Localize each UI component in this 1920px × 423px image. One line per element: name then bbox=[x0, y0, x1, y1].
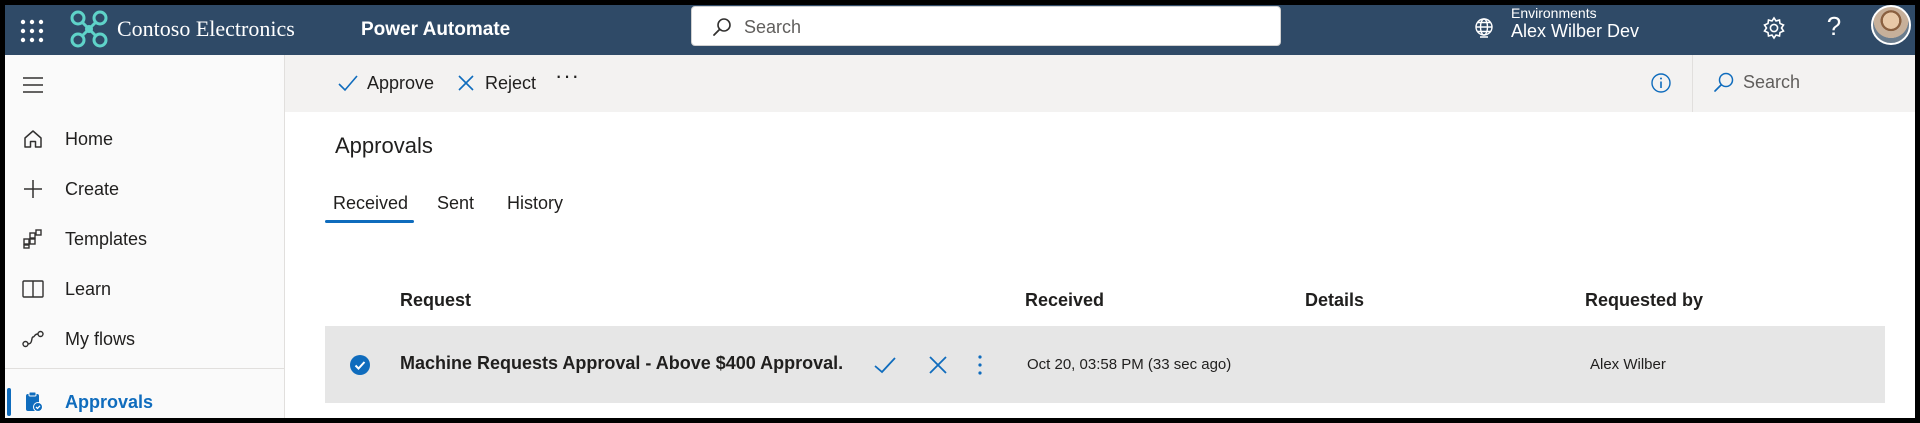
column-header-details[interactable]: Details bbox=[1305, 290, 1364, 311]
column-header-request[interactable]: Request bbox=[400, 290, 471, 311]
gear-icon[interactable] bbox=[1761, 15, 1787, 41]
page-title: Approvals bbox=[335, 133, 433, 158]
sidebar-item-label: My flows bbox=[65, 329, 136, 349]
book-icon bbox=[22, 280, 44, 298]
requested-by: Alex Wilber bbox=[1590, 356, 1666, 373]
active-indicator bbox=[7, 388, 11, 416]
sidebar-item-create[interactable]: Create bbox=[5, 167, 285, 211]
sidebar-item-my-flows[interactable]: My flows bbox=[5, 317, 285, 361]
sidebar-item-label: Learn bbox=[65, 279, 112, 299]
sidebar-item-home[interactable]: Home bbox=[5, 117, 285, 161]
command-search-placeholder: Search bbox=[1743, 71, 1801, 92]
column-header-received[interactable]: Received bbox=[1025, 290, 1104, 311]
app-name[interactable]: Power Automate bbox=[361, 19, 510, 41]
reject-button[interactable]: Reject bbox=[455, 69, 536, 97]
tab-received[interactable]: Received bbox=[333, 193, 408, 214]
row-approve-icon[interactable] bbox=[873, 353, 897, 377]
sidebar-item-label: Approvals bbox=[65, 392, 154, 412]
help-icon[interactable]: ? bbox=[1821, 11, 1847, 45]
tab-history[interactable]: History bbox=[507, 193, 563, 214]
contoso-logo-icon bbox=[70, 10, 108, 48]
info-icon[interactable] bbox=[1650, 72, 1672, 94]
sidebar-item-label: Create bbox=[65, 179, 120, 199]
sidebar-item-learn[interactable]: Learn bbox=[5, 267, 285, 311]
environment-name[interactable]: Alex Wilber Dev bbox=[1511, 21, 1639, 42]
selected-checkmark-icon[interactable] bbox=[349, 354, 371, 376]
search-icon bbox=[713, 18, 731, 36]
approve-label: Approve bbox=[367, 72, 435, 93]
environment-label: Environments bbox=[1511, 5, 1597, 21]
plus-icon bbox=[24, 180, 42, 198]
close-icon bbox=[458, 75, 474, 91]
row-reject-icon[interactable] bbox=[927, 354, 949, 376]
table-row[interactable]: Machine Requests Approval - Above $400 A… bbox=[325, 326, 1885, 403]
checkmark-icon bbox=[338, 75, 358, 92]
tab-sent[interactable]: Sent bbox=[437, 193, 474, 214]
hamburger-menu-icon[interactable] bbox=[21, 75, 45, 95]
global-search-input[interactable] bbox=[744, 15, 1244, 39]
nav-divider bbox=[5, 368, 285, 369]
received-timestamp: Oct 20, 03:58 PM (33 sec ago) bbox=[1027, 356, 1232, 373]
home-icon bbox=[24, 130, 42, 148]
avatar[interactable] bbox=[1871, 5, 1911, 45]
search-icon bbox=[1714, 72, 1734, 92]
selected-tab-indicator bbox=[325, 220, 414, 223]
more-actions-button[interactable]: ··· bbox=[555, 63, 580, 89]
flows-icon bbox=[22, 330, 44, 348]
request-title[interactable]: Machine Requests Approval - Above $400 A… bbox=[400, 353, 843, 374]
left-navigation: Home Create Templates Learn My flows App… bbox=[5, 55, 285, 418]
sidebar-item-approvals[interactable]: Approvals bbox=[5, 380, 285, 418]
sidebar-item-label: Templates bbox=[65, 229, 148, 249]
company-name[interactable]: Contoso Electronics bbox=[117, 16, 295, 42]
global-search-box[interactable] bbox=[691, 6, 1281, 46]
command-search-box[interactable]: Search bbox=[1713, 71, 1800, 93]
column-header-requested-by[interactable]: Requested by bbox=[1585, 290, 1703, 311]
globe-icon[interactable] bbox=[1472, 16, 1496, 40]
top-header: Contoso Electronics Power Automate Envir… bbox=[5, 5, 1915, 55]
sidebar-item-templates[interactable]: Templates bbox=[5, 217, 285, 261]
templates-icon bbox=[23, 229, 42, 249]
app-window: Contoso Electronics Power Automate Envir… bbox=[5, 5, 1915, 418]
row-more-options-icon[interactable] bbox=[977, 353, 983, 377]
command-bar-divider bbox=[1692, 55, 1693, 112]
reject-label: Reject bbox=[485, 72, 537, 93]
waffle-icon[interactable] bbox=[17, 16, 47, 46]
sidebar-item-label: Home bbox=[65, 129, 114, 149]
approve-button[interactable]: Approve bbox=[337, 69, 434, 97]
command-bar: Approve Reject ··· Search bbox=[285, 55, 1915, 112]
approvals-icon bbox=[26, 391, 43, 412]
